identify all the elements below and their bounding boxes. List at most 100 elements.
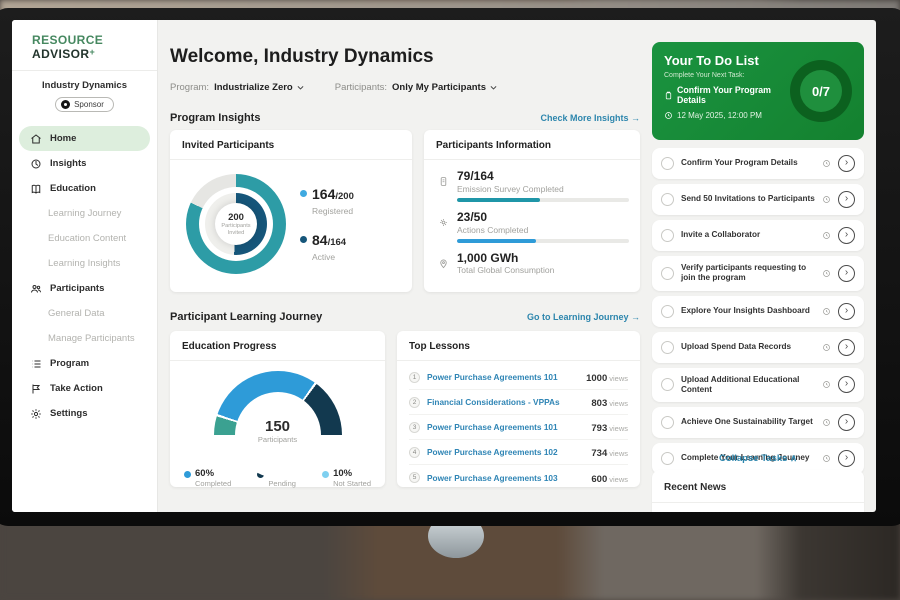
task-row[interactable]: Verify participants requesting to join t… <box>652 256 864 291</box>
sidebar-item-label: Settings <box>50 408 87 419</box>
check-more-insights-link[interactable]: Check More Insights → <box>540 113 640 123</box>
task-row[interactable]: Achieve One Sustainability Target › <box>652 407 864 438</box>
arrow-right-icon: → <box>631 312 640 322</box>
sidebar-item-take-action[interactable]: Take Action <box>12 376 157 401</box>
app-logo: RESOURCE ADVISOR+ <box>12 20 157 71</box>
sidebar-item-manage-participants[interactable]: Manage Participants <box>12 326 157 351</box>
sidebar-item-learning-journey[interactable]: Learning Journey <box>12 201 157 226</box>
lesson-link[interactable]: Financial Considerations - VPPAs <box>427 397 584 407</box>
sidebar-item-education-content[interactable]: Education Content <box>12 226 157 251</box>
participants-select[interactable]: Only My Participants <box>392 82 498 93</box>
clock-icon <box>664 111 673 120</box>
sidebar-nav: Home Insights Education Learning Journey… <box>12 126 157 426</box>
todo-progress-value: 0/7 <box>812 84 830 99</box>
legend-item-not-started: 10% Not Started <box>322 469 371 488</box>
sponsor-badge[interactable]: Sponsor <box>55 97 114 112</box>
task-row[interactable]: Confirm Your Program Details › <box>652 148 864 179</box>
arrow-right-icon: → <box>631 113 640 123</box>
donut-center-value: 200 <box>228 212 244 223</box>
task-checkbox[interactable] <box>661 416 674 429</box>
task-checkbox[interactable] <box>661 229 674 242</box>
task-go-button[interactable]: › <box>838 191 855 208</box>
task-row[interactable]: Upload Additional Educational Content › <box>652 368 864 403</box>
progress-fill <box>457 239 536 243</box>
todo-due: 12 May 2025, 12:00 PM <box>664 111 782 120</box>
task-go-button[interactable]: › <box>838 339 855 356</box>
task-label: Verify participants requesting to join t… <box>681 263 815 284</box>
todo-next-task[interactable]: Confirm Your Program Details <box>664 85 782 105</box>
program-select[interactable]: Industrialize Zero <box>214 82 305 93</box>
task-checkbox[interactable] <box>661 341 674 354</box>
monitor-bezel: RESOURCE ADVISOR+ Industry Dynamics Spon… <box>0 8 900 526</box>
task-checkbox[interactable] <box>661 193 674 206</box>
task-checkbox[interactable] <box>661 157 674 170</box>
donut-center-label: Participants Invited <box>215 223 257 237</box>
link-label: Go to Learning Journey <box>527 312 629 322</box>
sponsor-label: Sponsor <box>74 100 104 109</box>
card-title: Top Lessons <box>397 331 640 361</box>
task-checkbox[interactable] <box>661 305 674 318</box>
task-go-button[interactable]: › <box>838 227 855 244</box>
todo-summary-card: Your To Do List Complete Your Next Task:… <box>652 42 864 140</box>
task-row[interactable]: Upload Spend Data Records › <box>652 332 864 363</box>
legend-dot <box>300 190 307 197</box>
logo-plus: + <box>89 47 95 57</box>
learning-journey-header: Participant Learning Journey Go to Learn… <box>170 311 640 323</box>
task-go-button[interactable]: › <box>838 414 855 431</box>
rank-badge: 5 <box>409 472 420 483</box>
sidebar-item-settings[interactable]: Settings <box>12 401 157 426</box>
legend-dot <box>184 471 191 478</box>
sidebar-item-participants[interactable]: Participants <box>12 276 157 301</box>
legend-value: 84 <box>312 232 328 248</box>
task-checkbox[interactable] <box>661 378 674 391</box>
program-select-value: Industrialize Zero <box>214 82 293 93</box>
sidebar-item-label: Participants <box>50 283 104 294</box>
donut-legend: 164/200 Registered 84/164 Active <box>300 186 354 262</box>
sidebar-item-home[interactable]: Home <box>19 126 150 151</box>
lesson-link[interactable]: Power Purchase Agreements 103 <box>427 473 584 483</box>
task-checkbox[interactable] <box>661 267 674 280</box>
sidebar-item-learning-insights[interactable]: Learning Insights <box>12 251 157 276</box>
legend-total: /200 <box>335 191 354 202</box>
location-pin-icon <box>438 258 449 269</box>
stat-label: Actions Completed <box>457 225 629 235</box>
legend-item-completed: 60% Completed <box>184 469 231 488</box>
link-label: Check More Insights <box>540 113 628 123</box>
lesson-link[interactable]: Power Purchase Agreements 101 <box>427 372 579 382</box>
actions-icon <box>438 217 449 228</box>
lesson-row: 2 Financial Considerations - VPPAs 803vi… <box>409 390 628 415</box>
collapse-tasks-link[interactable]: Collapse Tasks ∧ <box>652 453 864 464</box>
lesson-row: 4 Power Purchase Agreements 102 734views <box>409 440 628 465</box>
task-go-button[interactable]: › <box>838 303 855 320</box>
legend-label: Completed <box>195 479 231 488</box>
views-count: 734 <box>591 448 607 459</box>
legend-label: Registered <box>312 206 354 216</box>
stat-row-emission-survey: 79/164 Emission Survey Completed <box>438 170 626 202</box>
task-row[interactable]: Explore Your Insights Dashboard › <box>652 296 864 327</box>
sidebar-item-education[interactable]: Education <box>12 176 157 201</box>
lesson-link[interactable]: Power Purchase Agreements 102 <box>427 447 584 457</box>
rank-badge: 1 <box>409 372 420 383</box>
legend-pct: 60% <box>195 469 231 479</box>
task-go-button[interactable]: › <box>838 155 855 172</box>
section-title: Participant Learning Journey <box>170 311 322 323</box>
sidebar-item-label: Home <box>50 133 76 144</box>
sidebar-item-label: Learning Insights <box>48 258 120 269</box>
sidebar-item-program[interactable]: Program <box>12 351 157 376</box>
task-row[interactable]: Invite a Collaborator › <box>652 220 864 251</box>
task-go-button[interactable]: › <box>838 376 855 393</box>
task-go-button[interactable]: › <box>838 265 855 282</box>
go-to-learning-journey-link[interactable]: Go to Learning Journey → <box>527 312 640 322</box>
sidebar-item-insights[interactable]: Insights <box>12 151 157 176</box>
lesson-row: 1 Power Purchase Agreements 101 1000view… <box>409 365 628 390</box>
lesson-row: 3 Power Purchase Agreements 101 793views <box>409 415 628 440</box>
stat-value: 23/50 <box>457 211 629 225</box>
chevron-down-icon <box>489 83 498 92</box>
clock-icon <box>822 418 831 427</box>
lesson-link[interactable]: Power Purchase Agreements 101 <box>427 422 584 432</box>
task-label: Achieve One Sustainability Target <box>681 417 815 427</box>
sidebar-item-general-data[interactable]: General Data <box>12 301 157 326</box>
clock-icon <box>822 307 831 316</box>
task-label: Confirm Your Program Details <box>681 158 815 168</box>
task-row[interactable]: Send 50 Invitations to Participants › <box>652 184 864 215</box>
